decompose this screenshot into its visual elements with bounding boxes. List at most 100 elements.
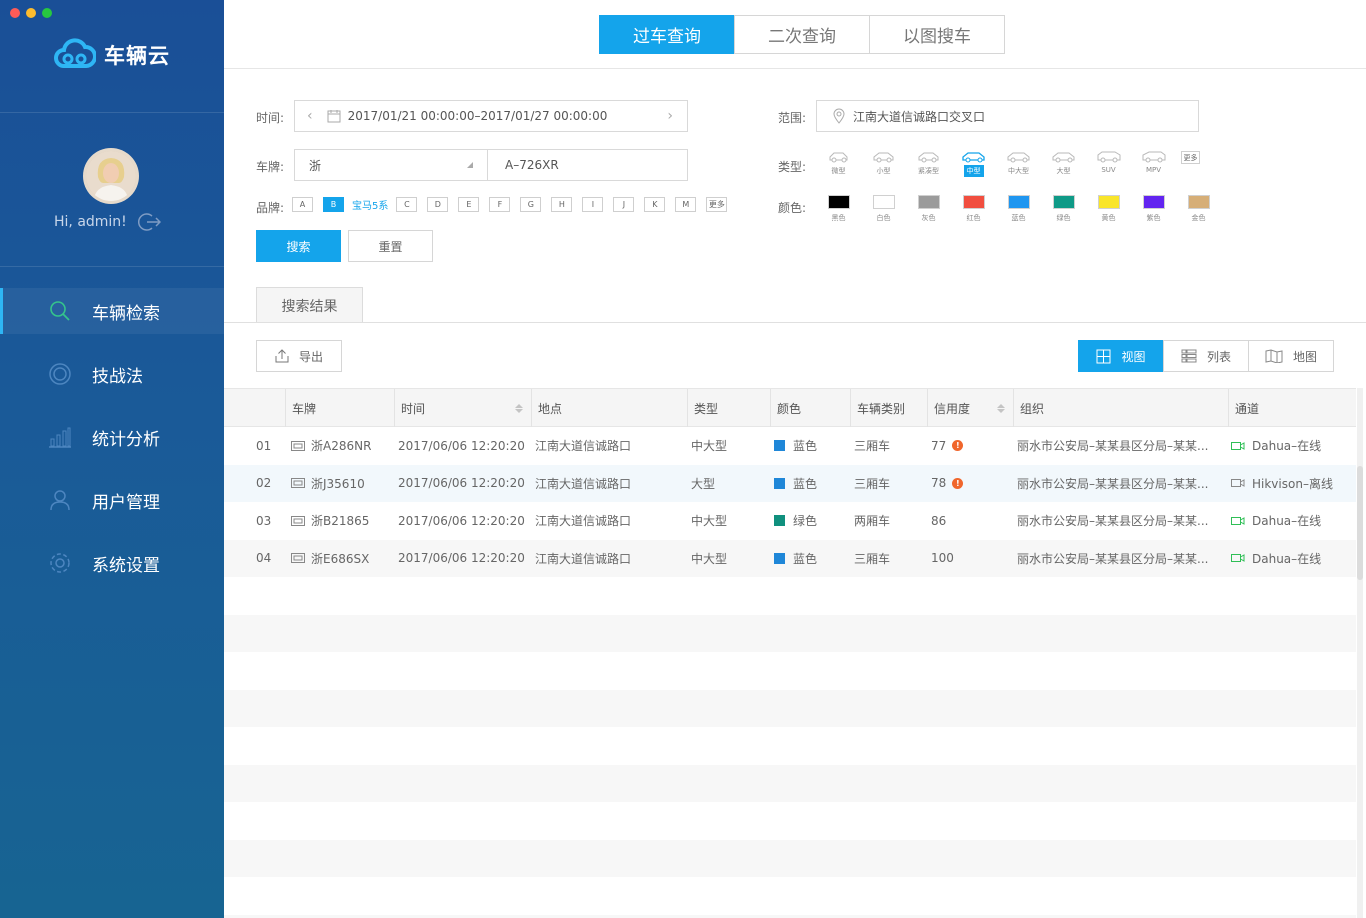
brand-more-button[interactable]: 更多 <box>706 197 728 212</box>
time-range-picker[interactable]: ‹ 2017/01/21 00:00:00–2017/01/27 00:00:0… <box>294 100 688 132</box>
chevron-left-icon[interactable]: ‹ <box>307 108 313 124</box>
type-more-button[interactable]: 更多 <box>1181 151 1200 164</box>
plate-province-select[interactable]: 浙 <box>294 149 488 181</box>
warning-icon[interactable]: ! <box>952 440 964 451</box>
brand-letter-k[interactable]: K <box>644 197 666 212</box>
column-header-plate[interactable]: 车牌 <box>285 389 394 427</box>
empty-row <box>224 802 1356 840</box>
brand-letter-m[interactable]: M <box>675 197 697 212</box>
sidebar-item-tactics[interactable]: 技战法 <box>0 351 224 397</box>
view-map-button[interactable]: 地图 <box>1248 340 1334 372</box>
color-purple[interactable]: 紫色 <box>1131 195 1176 223</box>
column-header-org[interactable]: 组织 <box>1013 389 1228 427</box>
tab-search-results[interactable]: 搜索结果 <box>256 287 363 323</box>
color-name: 紫色 <box>1146 214 1161 222</box>
brand-letter-d[interactable]: D <box>427 197 449 212</box>
type-mid-large[interactable]: 中大型 <box>996 150 1041 177</box>
channel-cell[interactable]: Dahua–在线 <box>1231 427 1321 464</box>
table-row[interactable]: 04 浙E686SX 2017/06/06 12:20:20 江南大道信诚路口 … <box>224 539 1356 577</box>
channel-cell[interactable]: Hikvison–离线 <box>1231 465 1333 502</box>
license-plate-icon <box>291 515 305 526</box>
brand-letter-j[interactable]: J <box>613 197 635 212</box>
plate-number-input[interactable]: A–726XR <box>487 149 688 181</box>
sort-icon[interactable] <box>997 403 1005 413</box>
avatar[interactable] <box>83 148 139 204</box>
color-black[interactable]: 黑色 <box>816 195 861 223</box>
search-button[interactable]: 搜索 <box>256 230 341 262</box>
type-cell: 中大型 <box>691 439 728 453</box>
sidebar-item-statistics[interactable]: 统计分析 <box>0 414 224 460</box>
range-input[interactable]: 江南大道信诚路口交叉口 <box>816 100 1199 132</box>
tab-pass-query[interactable]: 过车查询 <box>599 15 735 54</box>
channel-cell[interactable]: Dahua–在线 <box>1231 502 1321 539</box>
brand-letter-e[interactable]: E <box>458 197 480 212</box>
sidebar-item-vehicle-search[interactable]: 车辆检索 <box>0 288 224 334</box>
type-large[interactable]: 大型 <box>1041 150 1086 177</box>
view-grid-button[interactable]: 视图 <box>1078 340 1164 372</box>
brand-letter-h[interactable]: H <box>551 197 573 212</box>
type-suv[interactable]: SUV <box>1086 150 1131 177</box>
query-tabs: 过车查询 二次查询 以图搜车 <box>599 15 1005 54</box>
minimize-window-button[interactable] <box>26 8 36 18</box>
color-blue[interactable]: 蓝色 <box>996 195 1041 223</box>
logout-icon[interactable] <box>137 212 161 232</box>
brand-letter-a[interactable]: A <box>292 197 313 212</box>
export-button[interactable]: 导出 <box>256 340 342 372</box>
time-cell: 2017/06/06 12:20:20 <box>398 476 525 490</box>
channel-cell[interactable]: Dahua–在线 <box>1231 540 1321 577</box>
column-header-credit[interactable]: 信用度 <box>927 389 1013 427</box>
empty-row <box>224 577 1356 615</box>
color-yellow[interactable]: 黄色 <box>1086 195 1131 223</box>
color-swatch <box>1007 195 1030 209</box>
column-header-label: 组织 <box>1020 401 1045 416</box>
tab-image-search[interactable]: 以图搜车 <box>869 15 1005 54</box>
brand-selected-tag[interactable]: 宝马5系 <box>352 197 388 212</box>
search-icon <box>48 299 72 323</box>
sidebar-item-user-management[interactable]: 用户管理 <box>0 477 224 523</box>
sidebar-item-label: 技战法 <box>92 366 143 387</box>
color-name: 绿色 <box>1056 214 1071 222</box>
color-gray[interactable]: 灰色 <box>906 195 951 223</box>
brand-letter-c[interactable]: C <box>396 197 418 212</box>
sidebar-item-label: 车辆检索 <box>92 303 160 324</box>
color-gold[interactable]: 金色 <box>1176 195 1221 223</box>
color-green[interactable]: 绿色 <box>1041 195 1086 223</box>
type-mpv[interactable]: MPV <box>1131 150 1176 177</box>
column-header-place[interactable]: 地点 <box>531 389 687 427</box>
chevron-right-icon[interactable]: › <box>667 108 673 124</box>
type-label-text: MPV <box>1145 166 1162 174</box>
brand-letter-b[interactable]: B <box>323 197 344 212</box>
view-list-button[interactable]: 列表 <box>1163 340 1249 372</box>
type-mini[interactable]: 微型 <box>816 150 861 177</box>
scrollbar-thumb[interactable] <box>1357 466 1363 580</box>
column-header-category[interactable]: 车辆类别 <box>850 389 927 427</box>
table-row[interactable]: 02 浙J35610 2017/06/06 12:20:20 江南大道信诚路口 … <box>224 464 1356 502</box>
type-small[interactable]: 小型 <box>861 150 906 177</box>
color-white[interactable]: 白色 <box>861 195 906 223</box>
table-row[interactable]: 03 浙B21865 2017/06/06 12:20:20 江南大道信诚路口 … <box>224 502 1356 540</box>
column-header-time[interactable]: 时间 <box>394 389 531 427</box>
reset-button[interactable]: 重置 <box>348 230 433 262</box>
column-header-type[interactable]: 类型 <box>687 389 770 427</box>
sidebar-item-label: 系统设置 <box>92 555 160 576</box>
org-cell: 丽水市公安局–某某县区分局–某某... <box>1017 476 1209 491</box>
type-compact[interactable]: 紧凑型 <box>906 150 951 177</box>
column-header-channel[interactable]: 通道 <box>1228 389 1356 427</box>
color-red[interactable]: 红色 <box>951 195 996 223</box>
channel-text: Dahua–在线 <box>1252 514 1322 528</box>
close-window-button[interactable] <box>10 8 20 18</box>
brand-letter-f[interactable]: F <box>489 197 511 212</box>
sidebar-item-settings[interactable]: 系统设置 <box>0 540 224 586</box>
brand-letter-i[interactable]: I <box>582 197 604 212</box>
brand-letter-g[interactable]: G <box>520 197 542 212</box>
warning-icon[interactable]: ! <box>952 477 964 489</box>
plate-province-value: 浙 <box>309 158 322 173</box>
type-midsize[interactable]: 中型 <box>951 150 996 177</box>
range-label: 范围: <box>778 111 807 125</box>
maximize-window-button[interactable] <box>42 8 52 18</box>
column-header-color[interactable]: 颜色 <box>770 389 850 427</box>
sort-icon[interactable] <box>515 403 523 413</box>
table-row[interactable]: 01 浙A286NR 2017/06/06 12:20:20 江南大道信诚路口 … <box>224 427 1356 465</box>
tab-secondary-query[interactable]: 二次查询 <box>734 15 870 54</box>
color-swatch <box>774 515 785 526</box>
